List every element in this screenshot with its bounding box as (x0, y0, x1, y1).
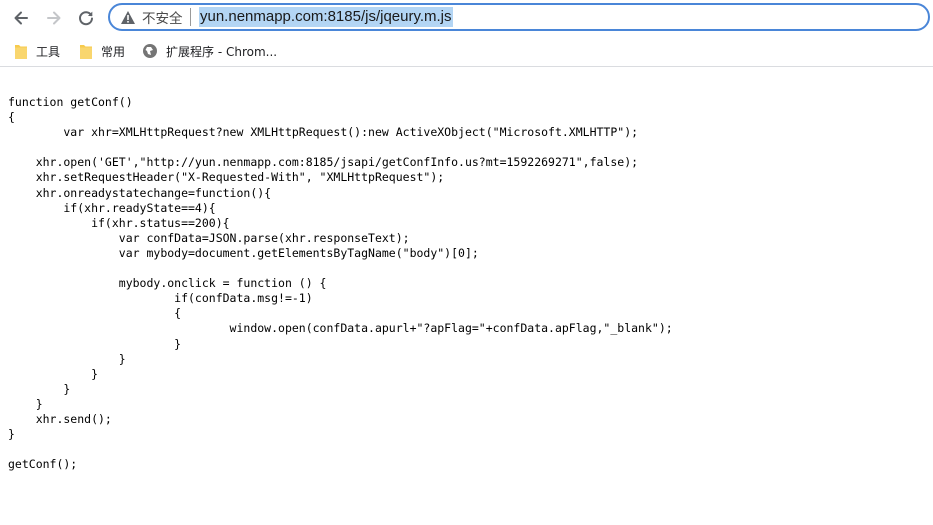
bookmark-label: 常用 (101, 44, 126, 59)
bookmark-label: 工具 (36, 44, 61, 59)
bookmark-folder-common[interactable]: 常用 (80, 42, 125, 60)
address-bar[interactable]: 不安全 yun.nenmapp.com:8185/js/jqeury.m.js (108, 3, 930, 31)
arrow-right-icon (47, 11, 61, 25)
back-button[interactable] (9, 6, 33, 30)
folder-icon (15, 44, 27, 59)
folder-icon (80, 44, 92, 59)
omnibox-divider (190, 8, 191, 26)
arrow-left-icon (14, 11, 28, 25)
reload-icon (79, 11, 93, 26)
extension-globe-icon (143, 44, 157, 58)
security-chip[interactable]: 不安全 (120, 8, 183, 27)
warning-triangle-icon (121, 10, 135, 24)
url-text[interactable]: yun.nenmapp.com:8185/js/jqeury.m.js (199, 7, 453, 27)
bookmark-folder-tools[interactable]: 工具 (15, 42, 60, 60)
browser-toolbar: 不安全 yun.nenmapp.com:8185/js/jqeury.m.js (0, 0, 933, 36)
bookmarks-bar: 工具 常用 扩展程序 - Chrom... (0, 36, 933, 67)
bookmark-extensions[interactable]: 扩展程序 - Chrom... (142, 42, 277, 60)
bookmark-label: 扩展程序 - Chrom... (166, 44, 278, 59)
page-source-text: function getConf() { var xhr=XMLHttpRequ… (8, 95, 673, 472)
reload-button[interactable] (74, 6, 98, 30)
security-status-text: 不安全 (142, 11, 183, 27)
forward-button[interactable] (42, 6, 66, 30)
